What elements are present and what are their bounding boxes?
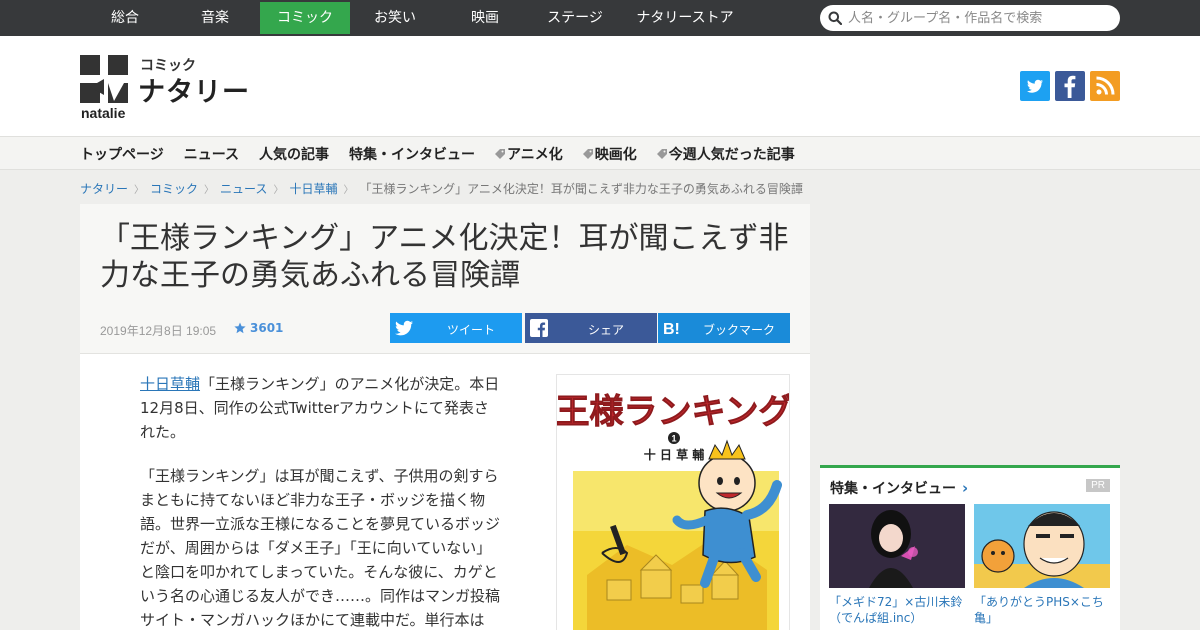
tag-icon <box>495 149 506 159</box>
manga-cover-image[interactable]: 王様ランキング 1 十 日 草 輔 <box>556 374 790 630</box>
section-nav-label: 映画化 <box>594 147 637 163</box>
section-nav-label: アニメ化 <box>507 147 563 163</box>
tweet-label: ツイート <box>446 323 495 337</box>
section-nav-anime[interactable]: アニメ化 <box>495 137 563 171</box>
category-nav-stage[interactable]: ステージ <box>530 2 620 34</box>
twitter-icon <box>395 320 413 336</box>
breadcrumb-current: 「王様ランキング」アニメ化決定！耳が聞こえず非力な王子の勇気あふれる冒険譚 <box>359 181 803 196</box>
category-nav-owarai[interactable]: お笑い <box>350 2 440 34</box>
section-nav-weekly[interactable]: 今週人気だった記事 <box>656 137 795 171</box>
facebook-follow-button[interactable] <box>1055 71 1085 101</box>
article: 「王様ランキング」アニメ化決定！耳が聞こえず非力な王子の勇気あふれる冒険譚 20… <box>80 204 810 630</box>
hatena-bookmark-label: ブックマーク <box>702 323 775 337</box>
breadcrumb-news[interactable]: ニュース <box>220 180 267 197</box>
chevron-right-icon: 〉 <box>134 184 145 196</box>
section-nav-news[interactable]: ニュース <box>184 137 239 171</box>
feature-card-caption: 「メギド72」×古川未鈴（でんぱ組.inc） <box>829 595 963 625</box>
tweet-button[interactable]: ツイート <box>390 313 522 343</box>
author-link[interactable]: 十日草輔 <box>140 375 200 393</box>
pr-badge: PR <box>1086 479 1110 492</box>
cover-title: 王様ランキング <box>557 392 790 432</box>
breadcrumb-author[interactable]: 十日草輔 <box>289 180 337 197</box>
hatena-bookmark-button[interactable]: B! ブックマーク <box>658 313 790 343</box>
feature-thumbnail-image <box>829 504 965 588</box>
section-nav-label: ニュース <box>183 147 240 163</box>
chevron-right-icon: 〉 <box>273 184 284 196</box>
facebook-icon <box>1064 75 1076 98</box>
article-body: 十日草輔「王様ランキング」のアニメ化が決定。本日12月8日、同作の公式Twitt… <box>140 372 502 630</box>
breadcrumb-comic[interactable]: コミック <box>150 180 198 197</box>
hatena-bookmark-icon: B! <box>663 321 680 338</box>
cover-volume: 1 <box>671 434 676 444</box>
star-icon <box>234 322 246 334</box>
category-nav-music[interactable]: 音楽 <box>170 2 260 34</box>
cover-author: 十 日 草 輔 <box>644 447 705 462</box>
natalie-logo-icon <box>80 55 128 103</box>
section-nav-top[interactable]: トップページ <box>80 137 164 171</box>
article-date: 2019年12月8日 19:05 <box>100 324 217 338</box>
sidebar-heading[interactable]: 特集・インタビュー › <box>830 478 968 498</box>
twitter-follow-button[interactable] <box>1020 71 1050 101</box>
feature-card[interactable]: 「ありがとうPHS×こち亀」 <box>974 504 1110 626</box>
feature-card-caption: 「ありがとうPHS×こち亀」 <box>974 595 1104 625</box>
cover-illustration: 王様ランキング 1 十 日 草 輔 <box>557 375 790 630</box>
tag-icon <box>656 149 667 159</box>
svg-text:B!: B! <box>663 321 680 338</box>
section-nav-label: トップページ <box>80 147 164 163</box>
breadcrumb-natalie[interactable]: ナタリー <box>80 180 128 197</box>
star-count: 3601 <box>250 321 284 335</box>
breadcrumb: ナタリー 〉 コミック 〉 ニュース 〉 十日草輔 〉 「王様ランキング」アニメ… <box>80 180 803 196</box>
logo-en: natalie <box>81 105 126 121</box>
facebook-share-label: シェア <box>587 323 624 337</box>
category-nav-store[interactable]: ナタリーストア <box>620 2 750 34</box>
facebook-share-button[interactable]: シェア <box>525 313 657 343</box>
article-star-count: 3601 <box>234 321 283 335</box>
site-logo[interactable]: コミック ナタリー natalie <box>80 55 250 125</box>
facebook-icon <box>530 319 548 337</box>
feature-card[interactable]: 「メギド72」×古川未鈴（でんぱ組.inc） <box>829 504 965 626</box>
section-nav-label: 特集・インタビュー <box>349 147 476 163</box>
tag-icon <box>582 149 593 159</box>
sidebar-heading-label: 特集・インタビュー <box>830 481 956 497</box>
rss-icon <box>1096 76 1115 95</box>
chevron-right-icon: › <box>962 479 969 497</box>
category-nav-comic[interactable]: コミック <box>260 2 350 34</box>
section-nav: トップページ ニュース 人気の記事 特集・インタビュー アニメ化 映画化 今週人… <box>0 136 1200 170</box>
section-nav-movie[interactable]: 映画化 <box>582 137 637 171</box>
chevron-right-icon: 〉 <box>343 184 354 196</box>
rss-button[interactable] <box>1090 71 1120 101</box>
category-nav-general[interactable]: 総合 <box>80 2 170 34</box>
search-input[interactable] <box>848 8 1110 28</box>
section-nav-label: 今週人気だった記事 <box>668 147 795 163</box>
section-nav-label: 人気の記事 <box>259 147 330 163</box>
article-title: 「王様ランキング」アニメ化決定！耳が聞こえず非力な王子の勇気あふれる冒険譚 <box>100 221 789 293</box>
search-box <box>820 5 1120 31</box>
feature-thumbnail[interactable] <box>974 504 1110 588</box>
top-bar: 総合 音楽 コミック お笑い 映画 ステージ ナタリーストア <box>0 0 1200 36</box>
feature-sidebar: 特集・インタビュー › PR 「メギド72」×古川未鈴（でんぱ組.inc） 「あ… <box>820 465 1120 630</box>
logo-name: ナタリー <box>138 77 250 108</box>
article-header: 「王様ランキング」アニメ化決定！耳が聞こえず非力な王子の勇気あふれる冒険譚 20… <box>80 204 810 354</box>
category-nav: 総合 音楽 コミック お笑い 映画 ステージ ナタリーストア <box>80 2 750 34</box>
feature-thumbnail[interactable] <box>829 504 965 588</box>
feature-thumbnail-image <box>974 504 1110 588</box>
article-paragraph: 十日草輔「王様ランキング」のアニメ化が決定。本日12月8日、同作の公式Twitt… <box>140 372 502 444</box>
article-paragraph: 「王様ランキング」は耳が聞こえず、子供用の剣すらまともに持てないほど非力な王子・… <box>140 467 501 629</box>
search-icon[interactable] <box>828 11 842 25</box>
site-header: コミック ナタリー natalie <box>0 36 1200 136</box>
section-nav-popular[interactable]: 人気の記事 <box>259 137 329 171</box>
chevron-right-icon: 〉 <box>204 184 215 196</box>
twitter-icon <box>1027 79 1043 93</box>
section-nav-features[interactable]: 特集・インタビュー <box>349 137 475 171</box>
category-nav-eiga[interactable]: 映画 <box>440 2 530 34</box>
